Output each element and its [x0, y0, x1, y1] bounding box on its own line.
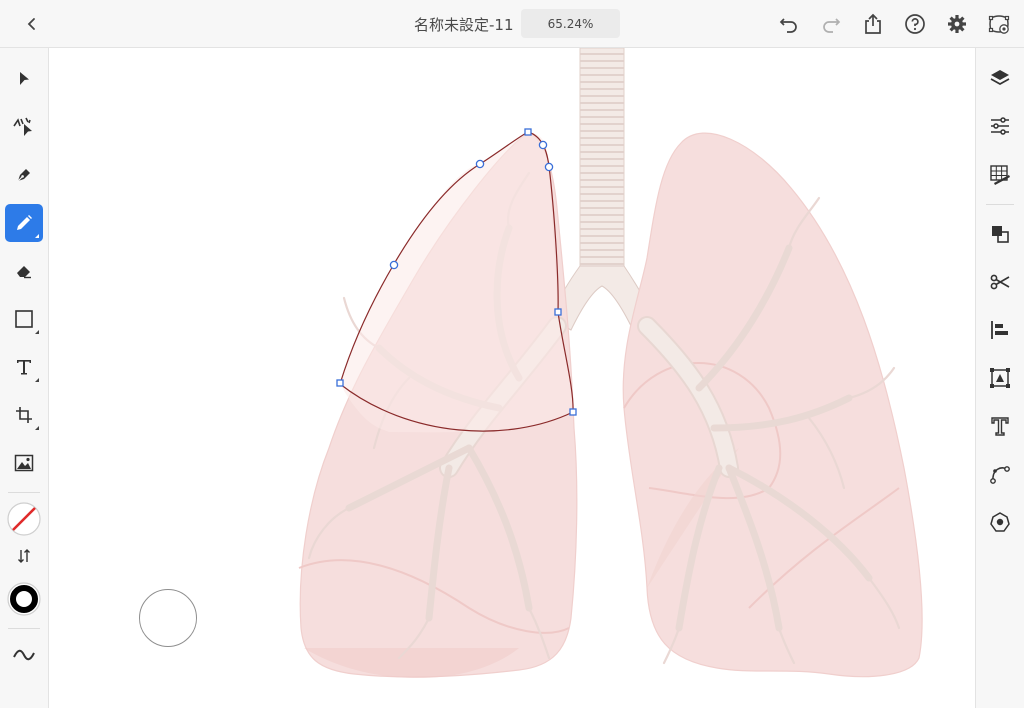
scissors-button[interactable]	[982, 264, 1018, 300]
undo-icon	[779, 18, 797, 33]
touch-shortcut[interactable]	[139, 589, 197, 647]
selected-upper-lobe[interactable]	[336, 128, 577, 433]
layers-button[interactable]	[982, 60, 1018, 96]
document-title[interactable]: 名称未設定-11	[414, 14, 514, 35]
grid-button[interactable]	[982, 156, 1018, 192]
scissors-icon	[990, 274, 1010, 290]
type-tool[interactable]	[5, 348, 43, 386]
help-button[interactable]	[900, 9, 930, 39]
settings-icon	[948, 15, 966, 33]
arrange-button[interactable]	[982, 216, 1018, 252]
eraser-tool[interactable]	[5, 252, 43, 290]
selection-icon	[20, 72, 29, 85]
redo-icon	[823, 18, 841, 33]
pencil-icon	[17, 215, 32, 230]
symbol-icon	[990, 512, 1010, 532]
share-button[interactable]	[858, 9, 888, 39]
path-icon	[990, 466, 1010, 484]
smooth-icon	[13, 649, 35, 661]
stroke-swatch[interactable]	[5, 580, 43, 618]
properties-icon	[991, 117, 1009, 135]
swap-fill-stroke-icon	[18, 549, 30, 563]
type-settings-icon	[991, 417, 1009, 436]
top-bar: 名称未設定-11 65.24%	[0, 0, 1024, 48]
direct-selection-icon	[13, 117, 32, 136]
zoom-level[interactable]: 65.24%	[521, 9, 620, 38]
transform-icon	[16, 407, 32, 423]
selection-tool[interactable]	[5, 60, 43, 98]
grid-icon	[990, 165, 1010, 185]
smooth-tool[interactable]	[5, 636, 43, 674]
crop-button[interactable]	[982, 360, 1018, 396]
chevron-left-icon	[27, 18, 35, 30]
undo-button[interactable]	[774, 9, 804, 39]
place-image-icon	[14, 454, 34, 472]
properties-button[interactable]	[982, 108, 1018, 144]
symbol-button[interactable]	[982, 504, 1018, 540]
align-button[interactable]	[982, 312, 1018, 348]
pen-icon	[16, 169, 30, 183]
settings-button[interactable]	[942, 9, 972, 39]
touch-modifier-button[interactable]	[984, 9, 1014, 39]
touch-modifier-icon	[988, 15, 1010, 34]
rectangle-tool[interactable]	[5, 300, 43, 338]
redo-button[interactable]	[816, 9, 846, 39]
direct-selection-tool[interactable]	[5, 108, 43, 146]
eraser-icon	[17, 266, 31, 279]
transform-tool[interactable]	[5, 396, 43, 434]
swap-fill-stroke-button[interactable]	[5, 542, 43, 570]
rectangle-icon	[15, 310, 33, 328]
fill-none-swatch-icon	[7, 502, 41, 536]
fill-swatch[interactable]	[5, 500, 43, 538]
layers-icon	[990, 70, 1010, 85]
arrange-icon	[992, 226, 1009, 243]
place-image-tool[interactable]	[5, 444, 43, 482]
type-settings-button[interactable]	[982, 408, 1018, 444]
path-button[interactable]	[982, 456, 1018, 492]
crop-icon	[990, 368, 1010, 388]
align-icon	[991, 321, 1008, 339]
pen-tool[interactable]	[5, 156, 43, 194]
back-button[interactable]	[18, 10, 46, 38]
left-toolbar	[0, 48, 49, 708]
right-toolbar	[975, 48, 1024, 708]
stroke-swatch-icon	[7, 582, 41, 616]
pencil-tool[interactable]	[5, 204, 43, 242]
share-icon	[865, 13, 881, 34]
help-icon	[905, 14, 925, 34]
type-icon	[17, 360, 31, 375]
